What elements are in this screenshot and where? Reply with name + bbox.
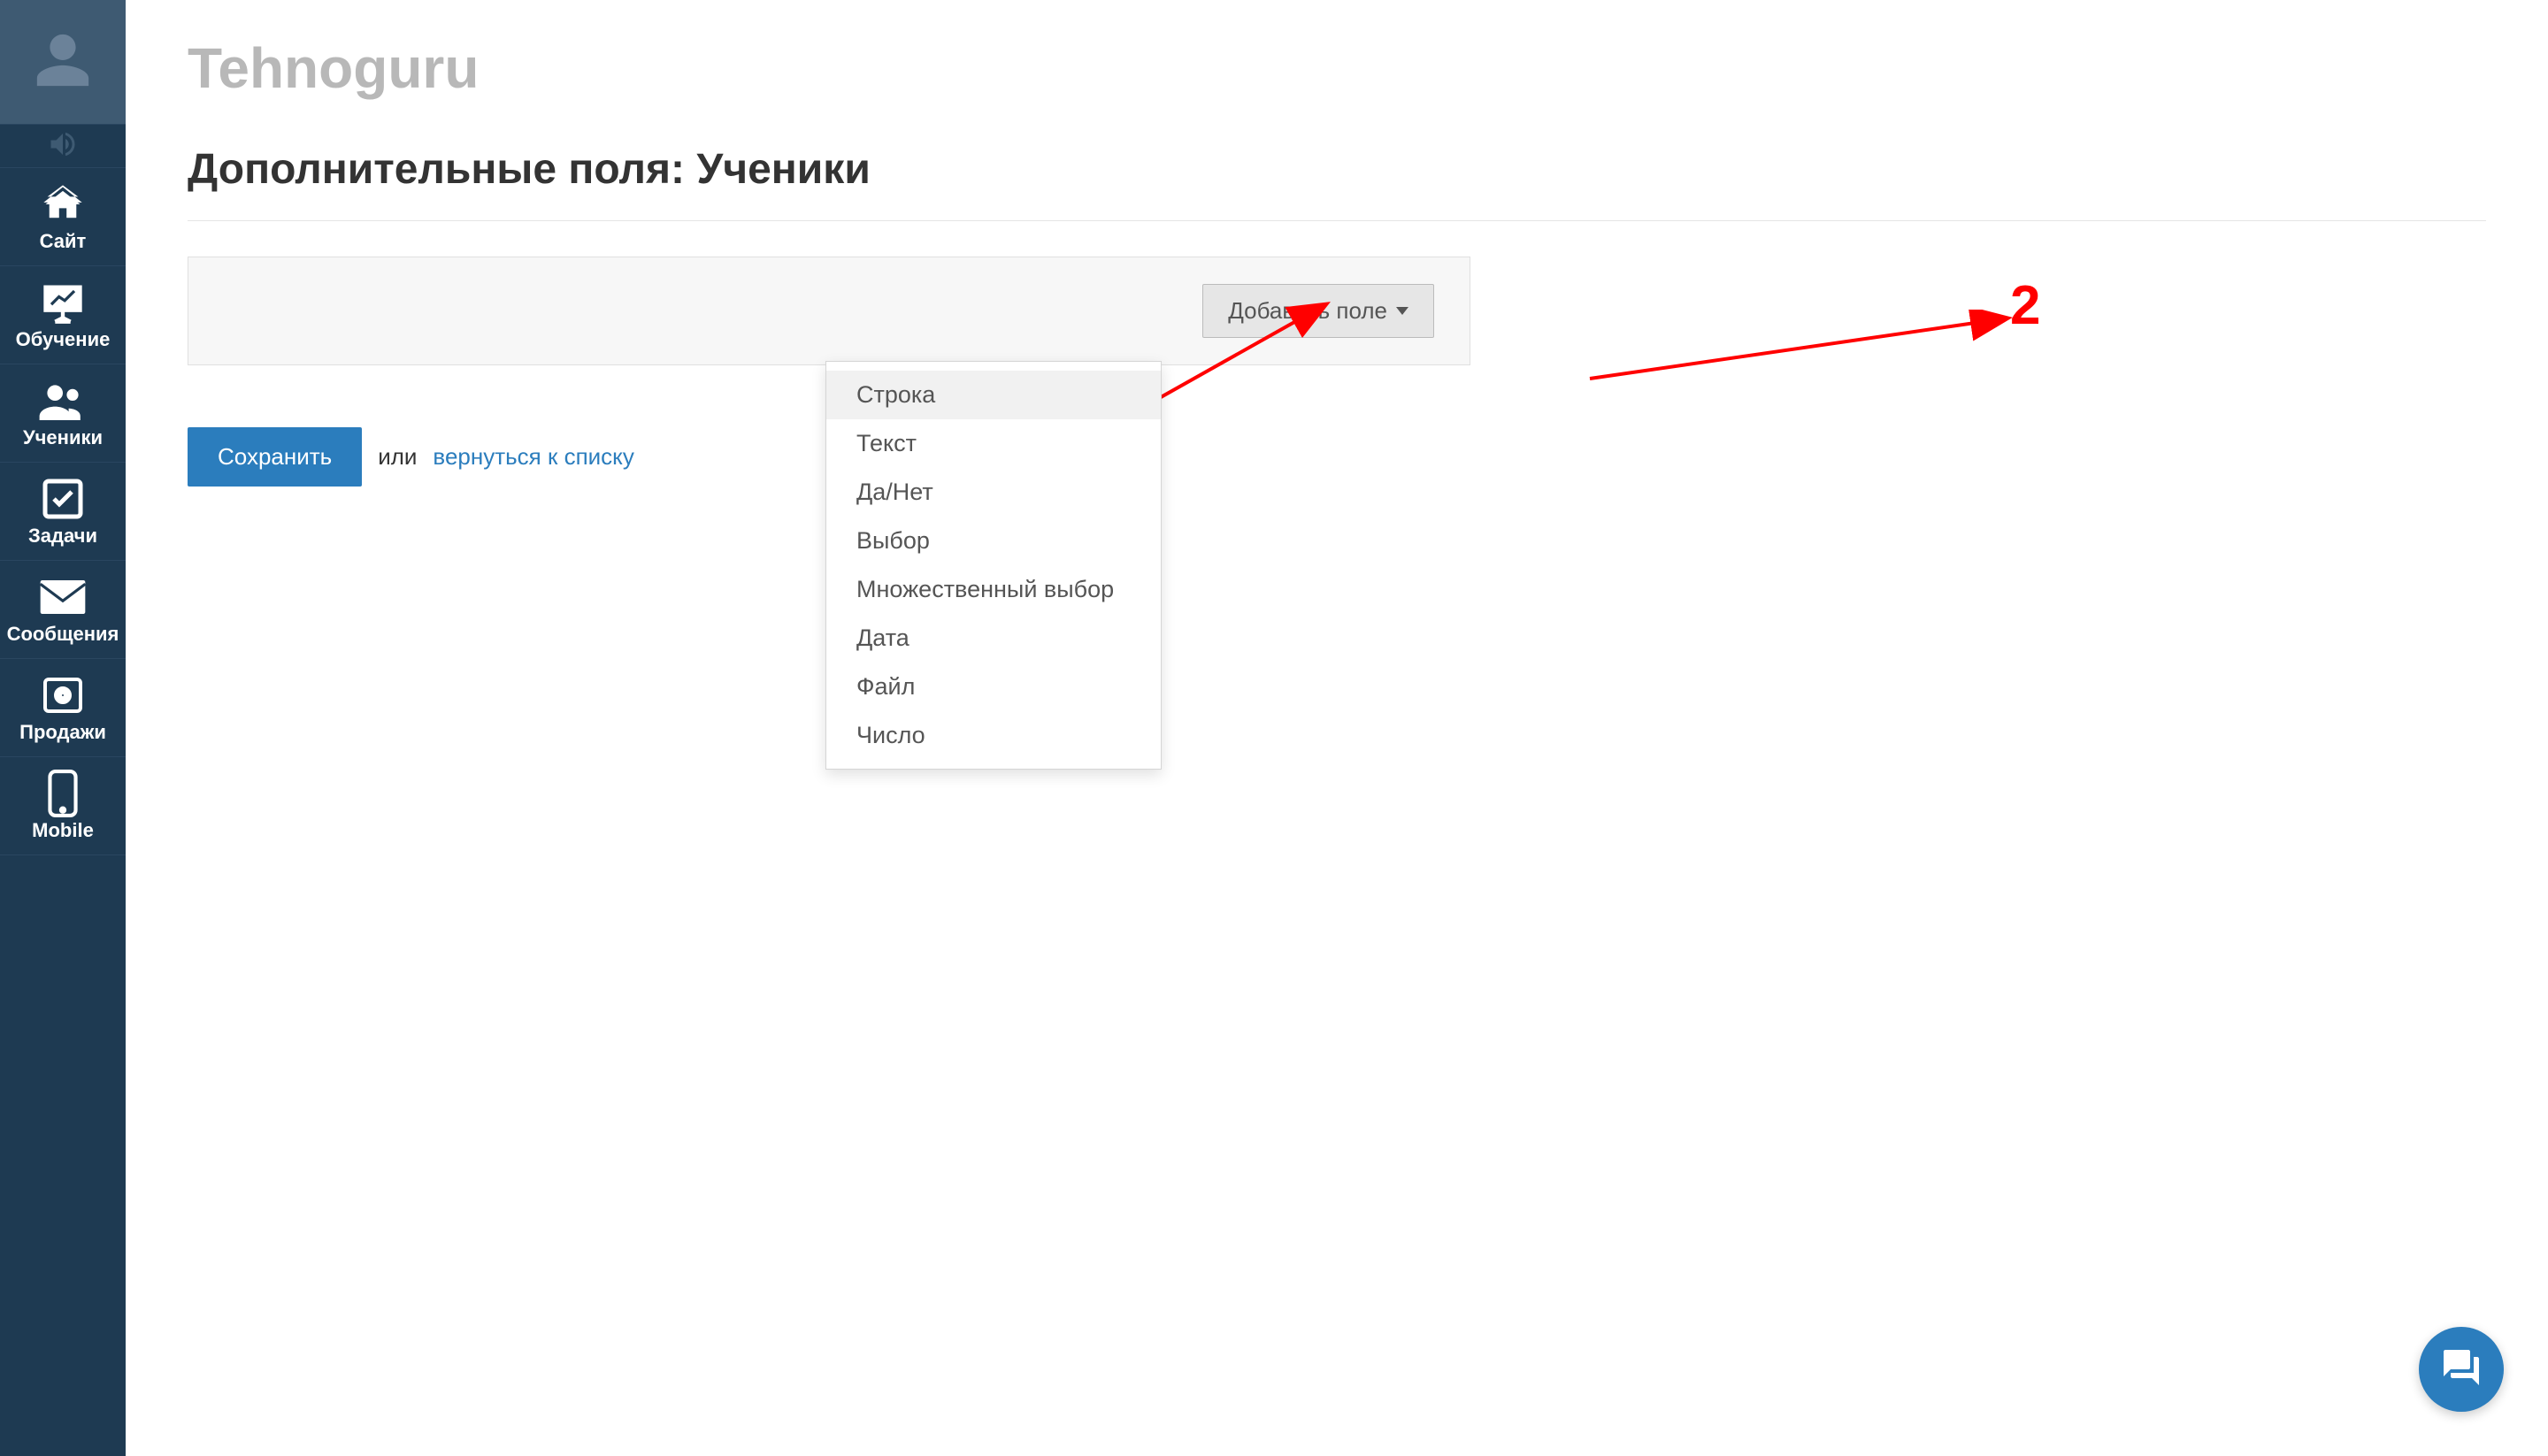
back-to-list-link[interactable]: вернуться к списку <box>433 443 633 471</box>
sidebar-item-students[interactable]: Ученики <box>0 364 126 463</box>
dropdown-item-file[interactable]: Файл <box>826 663 1161 711</box>
sidebar-label: Mobile <box>32 819 94 842</box>
sidebar-label: Ученики <box>23 426 103 449</box>
users-icon <box>38 380 88 421</box>
chat-icon <box>2440 1346 2483 1393</box>
check-icon <box>42 479 84 519</box>
mail-icon <box>40 577 86 617</box>
sidebar-label: Сайт <box>40 230 87 253</box>
dropdown-item-string[interactable]: Строка <box>826 371 1161 419</box>
dropdown-item-select[interactable]: Выбор <box>826 517 1161 565</box>
form-actions: Сохранить или вернуться к списку <box>188 427 2486 487</box>
annotation-arrow-2 <box>1577 310 2019 389</box>
sidebar-item-tasks[interactable]: Задачи <box>0 463 126 561</box>
sidebar-label: Обучение <box>16 328 111 351</box>
sidebar-label: Задачи <box>28 525 97 548</box>
sidebar-sound[interactable] <box>0 124 126 168</box>
sidebar-profile[interactable] <box>0 0 126 124</box>
sidebar-item-site[interactable]: Сайт <box>0 168 126 266</box>
dropdown-item-number[interactable]: Число <box>826 711 1161 760</box>
sidebar-item-messages[interactable]: Сообщения <box>0 561 126 659</box>
dropdown-item-boolean[interactable]: Да/Нет <box>826 468 1161 517</box>
sidebar-item-mobile[interactable]: Mobile <box>0 757 126 855</box>
annotation-number-2: 2 <box>2010 274 2040 337</box>
safe-icon <box>42 675 84 716</box>
presentation-icon <box>40 282 86 323</box>
brand-title: Tehnoguru <box>188 35 2486 101</box>
sidebar-item-sales[interactable]: Продажи <box>0 659 126 757</box>
caret-down-icon <box>1396 307 1408 315</box>
add-field-label: Добавить поле <box>1228 297 1387 325</box>
sound-icon <box>47 128 79 165</box>
save-button[interactable]: Сохранить <box>188 427 362 487</box>
divider <box>188 220 2486 221</box>
sidebar-item-learning[interactable]: Обучение <box>0 266 126 364</box>
sidebar: Сайт Обучение Ученики Задачи Сообщения <box>0 0 126 1456</box>
home-icon <box>40 184 86 225</box>
page-title: Дополнительные поля: Ученики <box>188 145 2486 194</box>
or-text: или <box>378 443 417 471</box>
mobile-icon <box>47 773 79 814</box>
sidebar-label: Продажи <box>19 721 106 744</box>
user-icon <box>32 29 94 96</box>
dropdown-item-multiselect[interactable]: Множественный выбор <box>826 565 1161 614</box>
add-field-button[interactable]: Добавить поле <box>1202 284 1434 338</box>
chat-fab[interactable] <box>2419 1327 2504 1412</box>
main-content: Tehnoguru Дополнительные поля: Ученики Д… <box>126 0 2548 1456</box>
field-type-dropdown: Строка Текст Да/Нет Выбор Множественный … <box>825 361 1162 770</box>
sidebar-label: Сообщения <box>7 623 119 646</box>
dropdown-item-date[interactable]: Дата <box>826 614 1161 663</box>
fields-panel: Добавить поле Строка Текст Да/Нет Выбор … <box>188 257 1470 365</box>
dropdown-item-text[interactable]: Текст <box>826 419 1161 468</box>
